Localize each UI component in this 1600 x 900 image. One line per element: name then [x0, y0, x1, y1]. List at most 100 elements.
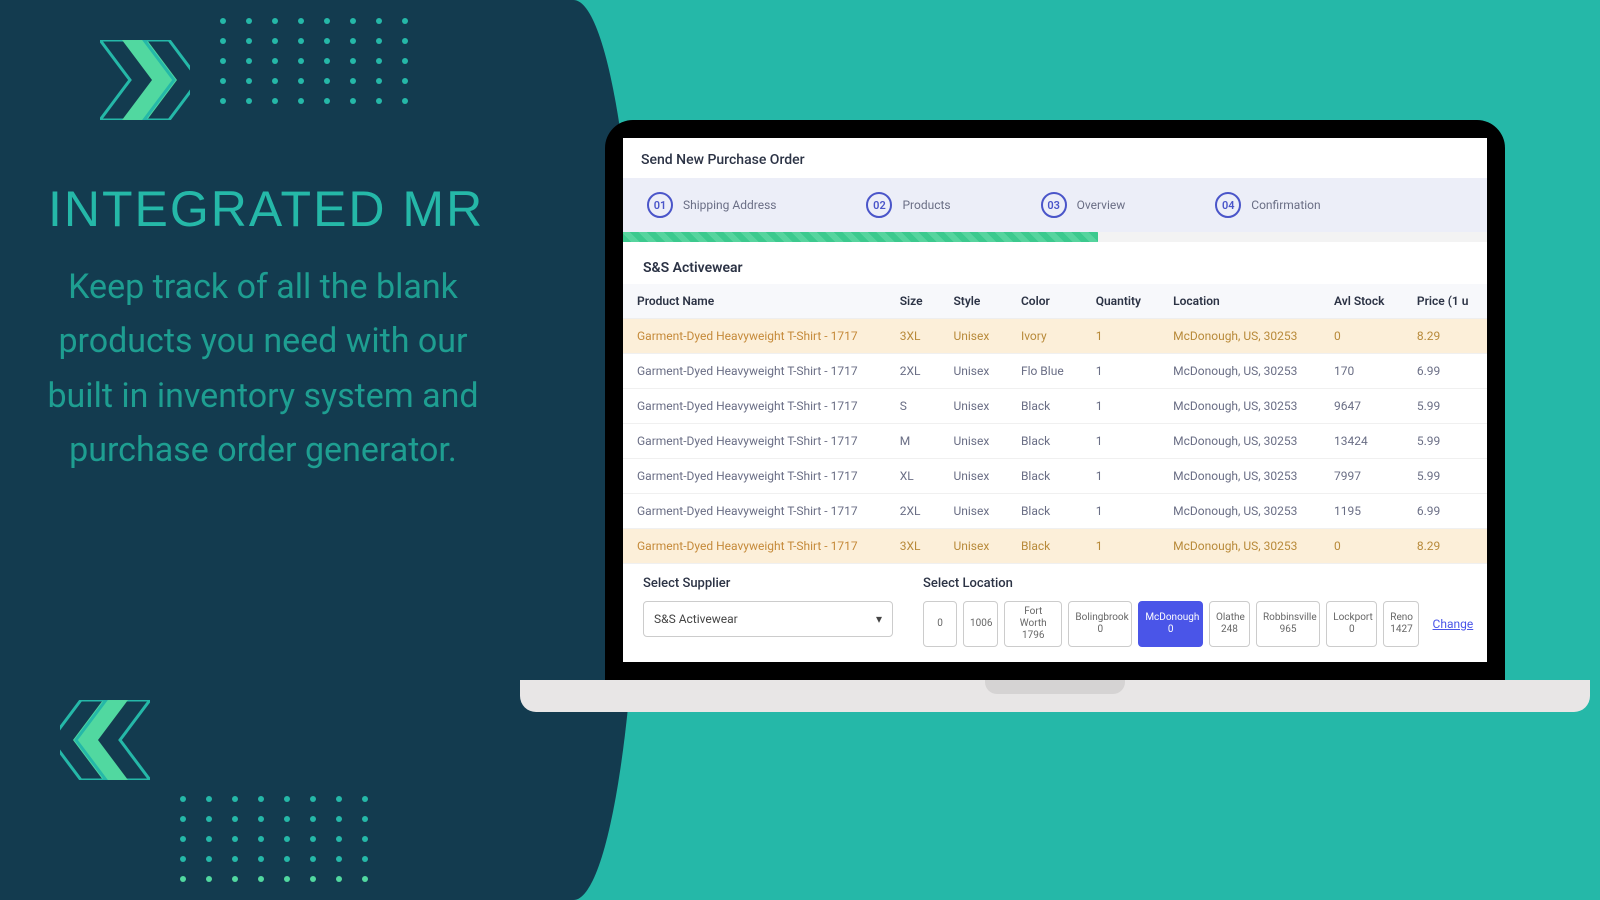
chip-qty: 1796: [1011, 630, 1055, 642]
cell-loc: McDonough, US, 30253: [1159, 354, 1320, 389]
cell-stock: 0: [1320, 529, 1403, 564]
cell-style: Unisex: [939, 389, 1006, 424]
col-stock: Avl Stock: [1320, 284, 1403, 319]
chip-qty: 0: [930, 618, 950, 630]
laptop-base: [520, 680, 1590, 712]
step-overview[interactable]: 03 Overview: [1041, 192, 1126, 218]
dot-grid-icon: [220, 18, 408, 104]
change-location-link[interactable]: Change: [1433, 617, 1474, 631]
table-row[interactable]: Garment-Dyed Heavyweight T-Shirt - 1717X…: [623, 459, 1487, 494]
chip-city: Bolingbrook: [1075, 612, 1125, 624]
cell-color: Black: [1007, 389, 1082, 424]
cell-loc: McDonough, US, 30253: [1159, 389, 1320, 424]
table-header-row: Product Name Size Style Color Quantity L…: [623, 284, 1487, 319]
cell-loc: McDonough, US, 30253: [1159, 424, 1320, 459]
table-row[interactable]: Garment-Dyed Heavyweight T-Shirt - 1717S…: [623, 389, 1487, 424]
cell-qty: 1: [1082, 354, 1159, 389]
app-screen: Send New Purchase Order 01Shipping Addre…: [623, 138, 1487, 662]
select-location-label: Select Location: [923, 576, 1473, 591]
cell-size: S: [886, 389, 940, 424]
cell-color: Black: [1007, 529, 1082, 564]
cell-loc: McDonough, US, 30253: [1159, 494, 1320, 529]
chip-qty: 1006: [970, 618, 991, 630]
cell-qty: 1: [1082, 529, 1159, 564]
cell-qty: 1: [1082, 459, 1159, 494]
col-price: Price (1 u: [1403, 284, 1487, 319]
chip-qty: 1427: [1390, 624, 1411, 636]
cell-price: 5.99: [1403, 389, 1487, 424]
location-select-group: Select Location 01006Fort Worth1796Bolin…: [923, 576, 1473, 647]
cell-qty: 1: [1082, 319, 1159, 354]
cell-name: Garment-Dyed Heavyweight T-Shirt - 1717: [623, 424, 886, 459]
cell-size: 2XL: [886, 494, 940, 529]
step-confirmation[interactable]: 04Confirmation: [1215, 192, 1320, 218]
dot-grid-icon: [180, 796, 368, 882]
table-row[interactable]: Garment-Dyed Heavyweight T-Shirt - 17173…: [623, 319, 1487, 354]
step-products[interactable]: 02Products: [866, 192, 950, 218]
table-row[interactable]: Garment-Dyed Heavyweight T-Shirt - 17173…: [623, 529, 1487, 564]
col-loc: Location: [1159, 284, 1320, 319]
chip-city: Lockport: [1333, 612, 1370, 624]
cell-price: 8.29: [1403, 319, 1487, 354]
cell-name: Garment-Dyed Heavyweight T-Shirt - 1717: [623, 459, 886, 494]
cell-stock: 7997: [1320, 459, 1403, 494]
subtext: Keep track of all the blank products you…: [28, 260, 498, 478]
cell-name: Garment-Dyed Heavyweight T-Shirt - 1717: [623, 319, 886, 354]
cell-loc: McDonough, US, 30253: [1159, 529, 1320, 564]
cell-style: Unisex: [939, 354, 1006, 389]
chevron-right-icon: [100, 40, 190, 120]
chevron-left-icon: [60, 700, 150, 780]
col-color: Color: [1007, 284, 1082, 319]
select-caret-icon: ▾: [876, 612, 882, 626]
cell-size: M: [886, 424, 940, 459]
step-number-icon: 03: [1041, 192, 1067, 218]
table-row[interactable]: Garment-Dyed Heavyweight T-Shirt - 17172…: [623, 354, 1487, 389]
cell-name: Garment-Dyed Heavyweight T-Shirt - 1717: [623, 389, 886, 424]
cell-size: XL: [886, 459, 940, 494]
cell-color: Black: [1007, 459, 1082, 494]
chip-qty: 248: [1216, 624, 1243, 636]
cell-name: Garment-Dyed Heavyweight T-Shirt - 1717: [623, 354, 886, 389]
cell-price: 6.99: [1403, 354, 1487, 389]
marketing-panel: INTEGRATED MRP Keep track of all the bla…: [0, 0, 560, 900]
chip-city: Reno: [1390, 612, 1411, 624]
laptop-mockup: Send New Purchase Order 01Shipping Addre…: [590, 120, 1520, 720]
cell-price: 5.99: [1403, 459, 1487, 494]
location-chip-fort-worth[interactable]: Fort Worth1796: [1004, 601, 1062, 647]
laptop-bezel: Send New Purchase Order 01Shipping Addre…: [605, 120, 1505, 680]
supplier-select[interactable]: S&S Activewear ▾: [643, 601, 893, 637]
location-chip-mcdonough[interactable]: McDonough0: [1138, 601, 1203, 647]
location-chip[interactable]: 0: [923, 601, 957, 647]
table-row[interactable]: Garment-Dyed Heavyweight T-Shirt - 1717M…: [623, 424, 1487, 459]
step-number-icon: 01: [647, 192, 673, 218]
cell-stock: 13424: [1320, 424, 1403, 459]
cell-style: Unisex: [939, 494, 1006, 529]
location-chip[interactable]: 1006: [963, 601, 998, 647]
chip-city: Olathe: [1216, 612, 1243, 624]
col-name: Product Name: [623, 284, 886, 319]
cell-size: 3XL: [886, 529, 940, 564]
col-size: Size: [886, 284, 940, 319]
location-chip-reno[interactable]: Reno1427: [1383, 601, 1418, 647]
chip-city: McDonough: [1145, 612, 1196, 624]
chip-qty: 0: [1075, 624, 1125, 636]
chip-city: Fort Worth: [1011, 606, 1055, 630]
location-chip-bolingbrook[interactable]: Bolingbrook0: [1068, 601, 1132, 647]
supplier-select-value: S&S Activewear: [654, 612, 738, 626]
step-shipping-address[interactable]: 01 Shipping Address: [647, 192, 776, 218]
cell-name: Garment-Dyed Heavyweight T-Shirt - 1717: [623, 529, 886, 564]
location-chip-lockport[interactable]: Lockport0: [1326, 601, 1377, 647]
location-chip-olathe[interactable]: Olathe248: [1209, 601, 1250, 647]
cell-style: Unisex: [939, 424, 1006, 459]
cell-color: Ivory: [1007, 319, 1082, 354]
table-row[interactable]: Garment-Dyed Heavyweight T-Shirt - 17172…: [623, 494, 1487, 529]
cell-name: Garment-Dyed Heavyweight T-Shirt - 1717: [623, 494, 886, 529]
cell-style: Unisex: [939, 529, 1006, 564]
cell-loc: McDonough, US, 30253: [1159, 459, 1320, 494]
cell-size: 2XL: [886, 354, 940, 389]
cell-qty: 1: [1082, 494, 1159, 529]
step-label: Overview: [1077, 198, 1126, 212]
location-chip-robbinsville[interactable]: Robbinsville965: [1256, 601, 1320, 647]
step-label: Shipping Address: [683, 198, 776, 212]
cell-price: 5.99: [1403, 424, 1487, 459]
